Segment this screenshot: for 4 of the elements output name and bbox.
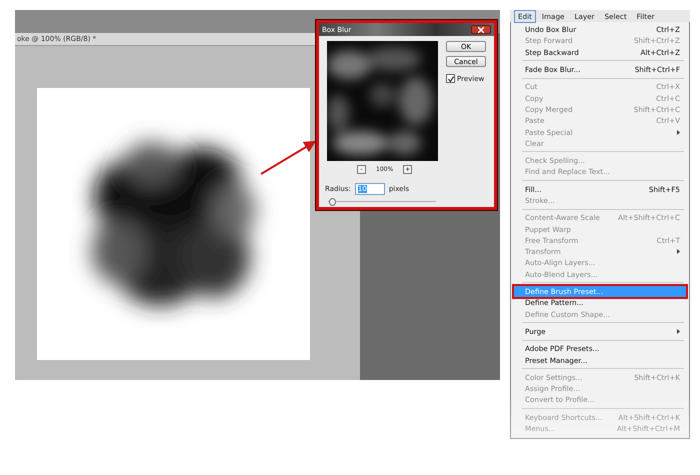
slider-thumb[interactable] [329,198,336,206]
preview-checkbox[interactable] [446,74,455,83]
close-icon [478,26,484,32]
close-button[interactable] [471,25,491,34]
